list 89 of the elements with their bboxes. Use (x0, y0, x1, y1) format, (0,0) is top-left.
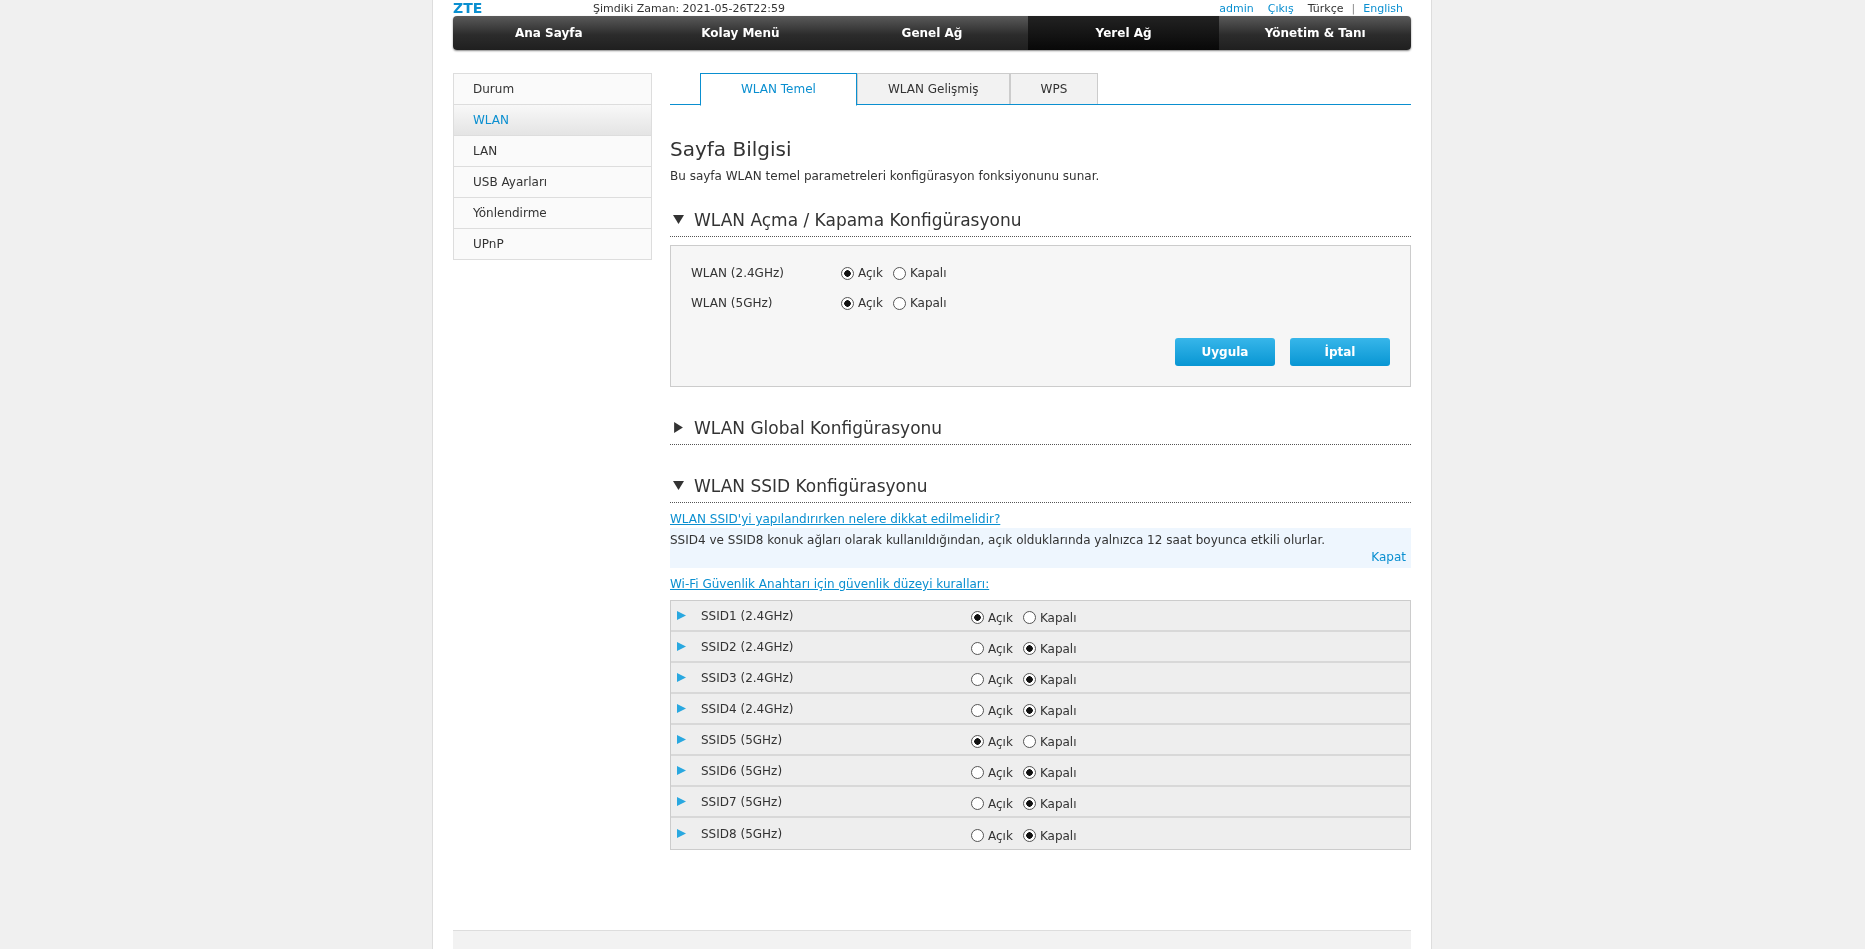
radio-button[interactable] (1022, 642, 1036, 655)
radio-button[interactable] (971, 829, 984, 842)
radio-option[interactable]: Kapalı (1022, 672, 1077, 687)
radio-button[interactable] (971, 735, 984, 748)
header-link[interactable]: admin (1219, 1, 1254, 15)
radio-option[interactable]: Açık (841, 296, 883, 310)
header-link[interactable]: Çıkış (1267, 1, 1294, 15)
ssid-label: SSID3 (2.4GHz) (701, 670, 795, 685)
language-link[interactable]: Türkçe (1307, 1, 1344, 15)
radio-option[interactable]: Açık (971, 828, 1013, 843)
radio-button[interactable] (1022, 611, 1036, 624)
radio-option[interactable]: Kapalı (1022, 703, 1077, 718)
radio-button[interactable] (1022, 704, 1036, 717)
help-link[interactable]: WLAN SSID'yi yapılandırırken nelere dikkat edilmelidir? (670, 512, 1001, 526)
notice-text: SSID4 ve SSID8 konuk ağları olarak kullanıldığından, açık olduklarında yalnızca 12 saat boyunca etkili olurlar. (670, 533, 1327, 547)
ssid-row[interactable]: SSID8 (5GHz) Açık Kapalı (671, 818, 1410, 849)
expand-icon (673, 422, 684, 433)
radio-button[interactable] (1022, 829, 1036, 842)
ssid-row[interactable]: SSID6 (5GHz) Açık Kapalı (671, 756, 1410, 787)
page-title: Sayfa Bilgisi (670, 137, 793, 161)
radio-option[interactable]: Açık (971, 734, 1013, 749)
ssid-label: SSID2 (2.4GHz) (701, 639, 795, 654)
ssid-row[interactable]: SSID7 (5GHz) Açık Kapalı (671, 787, 1410, 818)
main-menu-item[interactable]: Yerel Ağ (1027, 16, 1220, 50)
tab[interactable]: WPS (1009, 73, 1099, 104)
radio-option[interactable]: Kapalı (1022, 641, 1077, 656)
sidebar-item[interactable]: LAN (454, 136, 651, 167)
language-link[interactable]: English (1363, 1, 1403, 15)
ssid-label: SSID1 (2.4GHz) (701, 608, 795, 623)
radio-button[interactable] (841, 296, 854, 310)
main-menu-item[interactable]: Yönetim & Tanı (1219, 16, 1411, 50)
radio-option[interactable]: Açık (971, 703, 1013, 718)
section-header[interactable]: WLAN Global Konfigürasyonu (670, 411, 1411, 445)
current-time: Şimdiki Zaman: 2021-05-26T22:59 (593, 1, 786, 15)
radio-button[interactable] (971, 797, 984, 810)
main-menu-item[interactable]: Ana Sayfa (453, 16, 645, 50)
radio-option[interactable]: Açık (971, 610, 1013, 625)
ssid-label: SSID4 (2.4GHz) (701, 701, 795, 716)
radio-option[interactable]: Kapalı (892, 296, 947, 310)
radio-option[interactable]: Açık (971, 672, 1013, 687)
radio-button[interactable] (971, 766, 984, 779)
ssid-label: SSID8 (5GHz) (701, 826, 784, 841)
sidebar-item[interactable]: Durum (454, 74, 651, 105)
radio-option[interactable]: Kapalı (1022, 610, 1077, 625)
main-menu-item[interactable]: Kolay Menü (644, 16, 837, 50)
radio-option[interactable]: Kapalı (1022, 828, 1077, 843)
radio-option[interactable]: Kapalı (1022, 796, 1077, 811)
radio-button[interactable] (1022, 766, 1036, 779)
radio-button[interactable] (892, 266, 906, 280)
setting-label: WLAN (2.4GHz) (691, 266, 785, 280)
ssid-row[interactable]: SSID1 (2.4GHz) Açık Kapalı (671, 601, 1410, 632)
radio-option[interactable]: Kapalı (892, 266, 947, 280)
radio-button[interactable] (971, 673, 984, 686)
ssid-row[interactable]: SSID3 (2.4GHz) Açık Kapalı (671, 663, 1410, 694)
expand-icon (673, 214, 684, 225)
main-menu-item[interactable]: Genel Ağ (836, 16, 1028, 50)
separator: | (1351, 1, 1356, 15)
logo: ZTE (453, 0, 484, 16)
radio-button[interactable] (971, 611, 984, 624)
tab[interactable]: WLAN Gelişmiş (856, 73, 1010, 104)
radio-option[interactable]: Kapalı (1022, 765, 1077, 780)
sidebar-item[interactable]: UPnP (454, 229, 651, 259)
expand-icon (673, 480, 684, 491)
radio-button[interactable] (1022, 797, 1036, 810)
radio-option[interactable]: Açık (971, 796, 1013, 811)
radio-option[interactable]: Açık (971, 765, 1013, 780)
radio-button[interactable] (841, 266, 854, 280)
tab[interactable]: WLAN Temel (700, 73, 857, 106)
ssid-row[interactable]: SSID5 (5GHz) Açık Kapalı (671, 725, 1410, 756)
setting-label: WLAN (5GHz) (691, 296, 774, 310)
sidebar-item[interactable]: Yönlendirme (454, 198, 651, 229)
radio-button[interactable] (1022, 673, 1036, 686)
ssid-label: SSID6 (5GHz) (701, 763, 784, 778)
rules-link[interactable]: Wi-Fi Güvenlik Anahtarı için güvenlik düzeyi kuralları: (670, 577, 990, 591)
radio-button[interactable] (1022, 735, 1036, 748)
ssid-label: SSID5 (5GHz) (701, 732, 784, 747)
radio-button[interactable] (892, 296, 906, 310)
radio-button[interactable] (971, 704, 984, 717)
radio-option[interactable]: Kapalı (1022, 734, 1077, 749)
sidebar-item[interactable]: USB Ayarları (454, 167, 651, 198)
section-header[interactable]: WLAN Açma / Kapama Konfigürasyonu (670, 203, 1411, 237)
ssid-label: SSID7 (5GHz) (701, 794, 784, 809)
radio-option[interactable]: Açık (971, 641, 1013, 656)
page-description: Bu sayfa WLAN temel parametreleri konfigürasyon fonksiyonunu sunar. (670, 169, 1101, 183)
ssid-row[interactable]: SSID4 (2.4GHz) Açık Kapalı (671, 694, 1410, 725)
section-header[interactable]: WLAN SSID Konfigürasyonu (670, 469, 1411, 503)
radio-button[interactable] (971, 642, 984, 655)
radio-option[interactable]: Açık (841, 266, 883, 280)
ssid-row[interactable]: SSID2 (2.4GHz) Açık Kapalı (671, 632, 1410, 663)
